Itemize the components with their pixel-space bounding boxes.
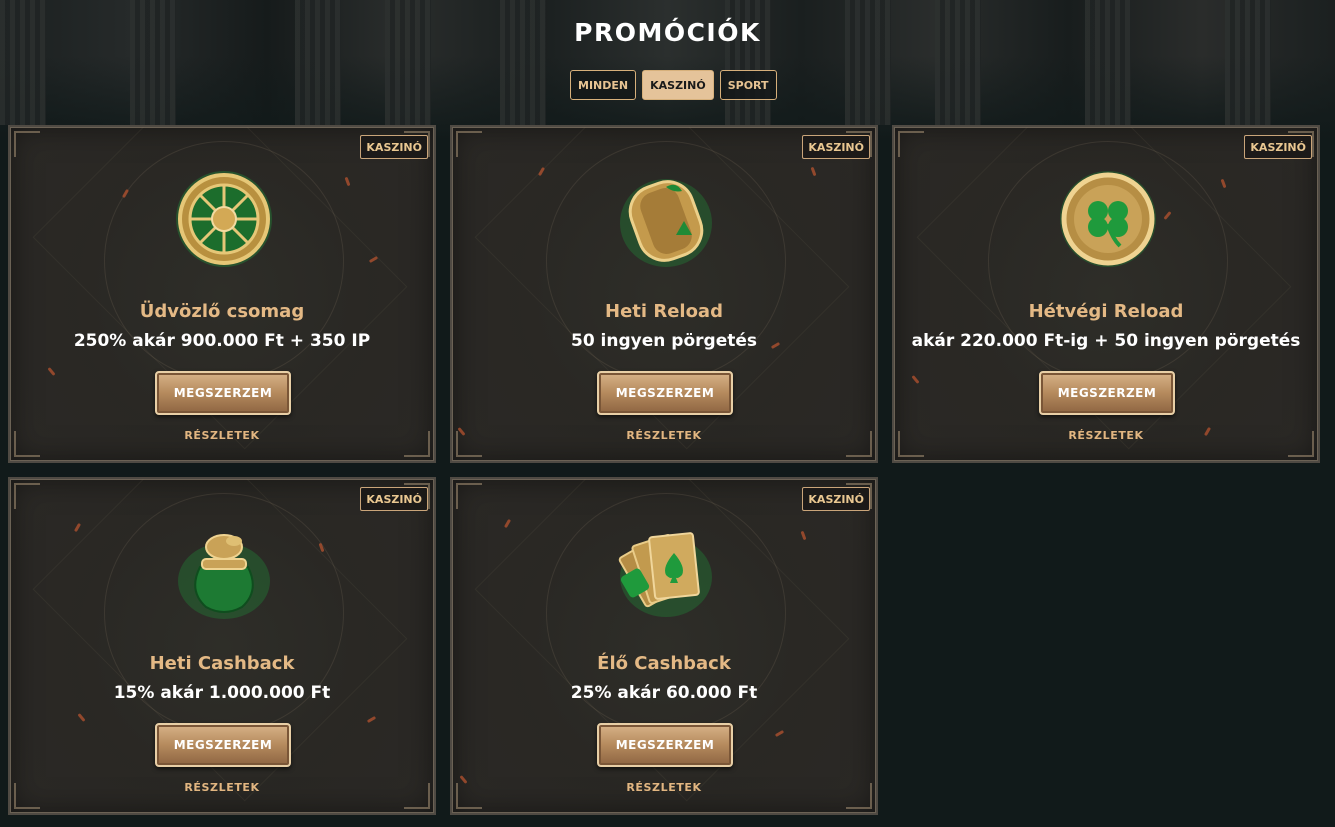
ember-particle xyxy=(366,715,377,724)
promo-title: Élő Cashback xyxy=(597,653,731,674)
promo-card: KASZINÓ Üdvözlő csomag 250% akár 900.000… xyxy=(8,125,436,463)
claim-button[interactable]: MEGSZERZEM xyxy=(155,723,291,767)
claim-button[interactable]: MEGSZERZEM xyxy=(155,371,291,415)
claim-button[interactable]: MEGSZERZEM xyxy=(597,723,733,767)
ember-particle xyxy=(73,522,82,533)
promo-card: KASZINÓ Élő Cashback 25% akár 60.000 Ft … xyxy=(450,477,878,815)
category-badge: KASZINÓ xyxy=(1244,135,1312,159)
details-link[interactable]: RÉSZLETEK xyxy=(10,429,434,442)
promo-subtitle: akár 220.000 Ft-ig + 50 ingyen pörgetés xyxy=(911,331,1301,351)
filter-tabs: MINDEN KASZINÓ SPORT xyxy=(570,70,777,100)
claim-button[interactable]: MEGSZERZEM xyxy=(1039,371,1175,415)
filter-tab-casino[interactable]: KASZINÓ xyxy=(642,70,714,100)
details-link[interactable]: RÉSZLETEK xyxy=(452,781,876,794)
roulette-wheel-icon xyxy=(176,171,272,267)
promotions-page: PROMÓCIÓK MINDEN KASZINÓ SPORT KASZINÓ Ü… xyxy=(0,0,1335,827)
details-link[interactable]: RÉSZLETEK xyxy=(452,429,876,442)
ember-particle xyxy=(47,367,56,376)
corner-ornament xyxy=(898,131,924,157)
promo-title: Heti Reload xyxy=(605,301,723,322)
promo-card: KASZINÓ Heti Cashback 15% akár 1.000.000… xyxy=(8,477,436,815)
corner-ornament xyxy=(456,131,482,157)
playing-cards-icon xyxy=(618,532,712,617)
promo-title: Üdvözlő csomag xyxy=(139,301,305,322)
promo-subtitle: 250% akár 900.000 Ft + 350 IP xyxy=(73,331,371,351)
category-badge: KASZINÓ xyxy=(360,487,428,511)
promo-subtitle: 25% akár 60.000 Ft xyxy=(570,683,758,703)
details-link[interactable]: RÉSZLETEK xyxy=(894,429,1318,442)
filter-tab-sport[interactable]: SPORT xyxy=(719,70,777,100)
corner-ornament xyxy=(14,131,40,157)
slot-reel-icon xyxy=(620,179,712,267)
category-badge: KASZINÓ xyxy=(802,487,870,511)
promo-card: KASZINÓ Hétvégi Reload akár 220.000 Ft-i… xyxy=(892,125,1320,463)
filter-tab-all[interactable]: MINDEN xyxy=(570,70,637,100)
clover-coin-icon xyxy=(1060,171,1156,267)
category-badge: KASZINÓ xyxy=(802,135,870,159)
ember-particle xyxy=(810,166,817,177)
ember-particle xyxy=(774,729,785,738)
ember-particle xyxy=(800,530,807,541)
ember-particle xyxy=(77,713,86,722)
ember-particle xyxy=(344,176,351,187)
money-bag-icon xyxy=(178,534,270,619)
ember-particle xyxy=(911,375,920,384)
promo-subtitle: 50 ingyen pörgetés xyxy=(570,331,757,351)
corner-ornament xyxy=(14,483,40,509)
corner-ornament xyxy=(456,483,482,509)
details-link[interactable]: RÉSZLETEK xyxy=(10,781,434,794)
promo-subtitle: 15% akár 1.000.000 Ft xyxy=(113,683,331,703)
ember-particle xyxy=(503,518,512,529)
category-badge: KASZINÓ xyxy=(360,135,428,159)
promo-title: Heti Cashback xyxy=(149,653,295,674)
claim-button[interactable]: MEGSZERZEM xyxy=(597,371,733,415)
promo-title: Hétvégi Reload xyxy=(1028,301,1184,322)
ember-particle xyxy=(1220,178,1227,189)
promo-card: KASZINÓ Heti Reload 50 ingyen pörgetés M… xyxy=(450,125,878,463)
page-title: PROMÓCIÓK xyxy=(574,18,761,47)
